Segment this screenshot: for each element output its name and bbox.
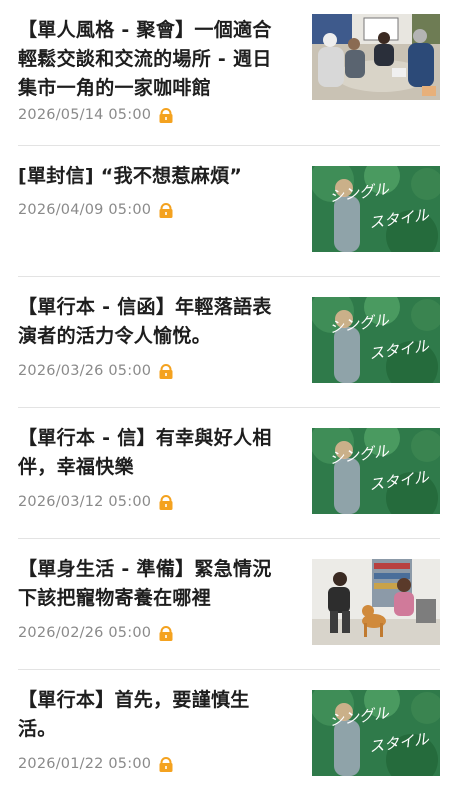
article-thumbnail[interactable]: シングル スタイル: [312, 297, 440, 383]
article-date: 2026/03/26 05:00: [18, 363, 152, 379]
single-style-banner: シングル スタイル: [312, 297, 440, 383]
article-title[interactable]: 【單身生活 - 準備】緊急情況下該把寵物寄養在哪裡: [18, 555, 283, 613]
article-title[interactable]: [單封信] “我不想惹麻煩”: [18, 162, 283, 191]
article-thumbnail[interactable]: シングル スタイル: [312, 428, 440, 514]
article-meta: 2026/03/26 05:00: [18, 363, 173, 379]
article-title[interactable]: 【單行本】首先，要謹慎生活。: [18, 686, 283, 744]
lock-icon: [159, 625, 173, 641]
article-meta: 2026/01/22 05:00: [18, 756, 173, 772]
list-item[interactable]: 【單行本 - 信】有幸與好人相伴，幸福快樂 2026/03/12 05:00 シ…: [18, 408, 440, 539]
article-meta: 2026/03/12 05:00: [18, 494, 173, 510]
article-meta: 2026/04/09 05:00: [18, 202, 173, 218]
article-date: 2026/02/26 05:00: [18, 625, 152, 641]
article-thumbnail[interactable]: シングル スタイル: [312, 166, 440, 252]
list-item[interactable]: 【單行本】首先，要謹慎生活。 2026/01/22 05:00 シングル スタイ…: [18, 670, 440, 801]
people-with-dog-photo: [312, 559, 440, 645]
single-style-banner: シングル スタイル: [312, 166, 440, 252]
article-date: 2026/03/12 05:00: [18, 494, 152, 510]
article-thumbnail[interactable]: シングル スタイル: [312, 690, 440, 776]
article-title[interactable]: 【單行本 - 信函】年輕落語表演者的活力令人愉悅。: [18, 293, 283, 351]
lock-icon: [159, 494, 173, 510]
list-item[interactable]: 【單身生活 - 準備】緊急情況下該把寵物寄養在哪裡 2026/02/26 05:…: [18, 539, 440, 670]
article-date: 2026/04/09 05:00: [18, 202, 152, 218]
article-meta: 2026/05/14 05:00: [18, 107, 173, 123]
article-thumbnail[interactable]: [312, 14, 440, 100]
lock-icon: [159, 202, 173, 218]
single-style-banner: シングル スタイル: [312, 690, 440, 776]
single-style-banner: シングル スタイル: [312, 428, 440, 514]
article-date: 2026/05/14 05:00: [18, 107, 152, 123]
article-list: 【單人風格 - 聚會】一個適合輕鬆交談和交流的場所 - 週日集市一角的一家咖啡館…: [0, 0, 458, 801]
lock-icon: [159, 363, 173, 379]
article-thumbnail[interactable]: [312, 559, 440, 645]
article-meta: 2026/02/26 05:00: [18, 625, 173, 641]
lock-icon: [159, 107, 173, 123]
list-item[interactable]: 【單行本 - 信函】年輕落語表演者的活力令人愉悅。 2026/03/26 05:…: [18, 277, 440, 408]
article-title[interactable]: 【單人風格 - 聚會】一個適合輕鬆交談和交流的場所 - 週日集市一角的一家咖啡館: [18, 16, 283, 103]
article-date: 2026/01/22 05:00: [18, 756, 152, 772]
article-title[interactable]: 【單行本 - 信】有幸與好人相伴，幸福快樂: [18, 424, 283, 482]
list-item[interactable]: 【單人風格 - 聚會】一個適合輕鬆交談和交流的場所 - 週日集市一角的一家咖啡館…: [18, 0, 440, 146]
list-item[interactable]: [單封信] “我不想惹麻煩” 2026/04/09 05:00 シングル スタイ…: [18, 146, 440, 277]
lock-icon: [159, 756, 173, 772]
cafe-meeting-photo: [312, 14, 440, 100]
